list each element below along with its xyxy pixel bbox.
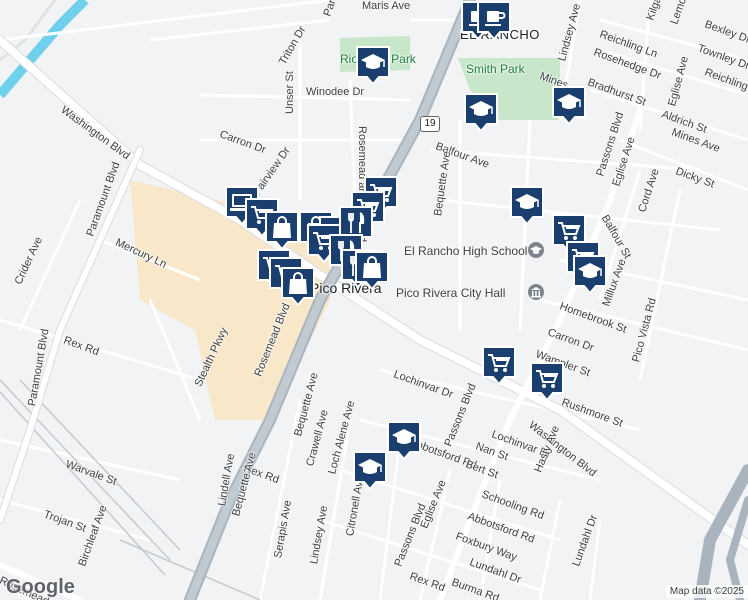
map-pin-shopping-cart[interactable]	[529, 361, 565, 401]
map-pin-shopping-bag[interactable]	[354, 250, 390, 290]
map-pin-coffee-cup[interactable]	[476, 0, 512, 40]
poi-label-city-hall[interactable]: Pico Rivera City Hall	[396, 286, 505, 300]
map-attribution[interactable]: Map data ©2025	[665, 585, 748, 598]
street-label-winodee-dr: Winodee Dr	[306, 86, 365, 98]
map-canvas[interactable]: Maris Ave Paramount Triton Dr EL RANCHO …	[0, 0, 748, 600]
city-hall-poi-icon[interactable]	[528, 284, 544, 300]
map-pin-graduation-cap[interactable]	[386, 420, 422, 460]
map-base-layer	[0, 0, 748, 600]
park-label-smith-park: Smith Park	[466, 62, 525, 76]
map-pin-graduation-cap[interactable]	[509, 185, 545, 225]
school-poi-icon[interactable]	[528, 242, 544, 258]
google-logo: Google	[6, 576, 75, 598]
map-pin-graduation-cap[interactable]	[355, 45, 391, 85]
map-pin-shopping-bag[interactable]	[280, 266, 316, 306]
map-pin-shopping-bag[interactable]	[264, 210, 300, 250]
map-pin-graduation-cap[interactable]	[463, 92, 499, 132]
highway-shield-19: 19	[420, 116, 440, 132]
poi-label-high-school[interactable]: El Rancho High School	[404, 244, 527, 258]
map-pin-shopping-cart[interactable]	[481, 345, 517, 385]
street-label-maris-ave: Maris Ave	[362, 0, 411, 12]
map-pin-graduation-cap[interactable]	[551, 85, 587, 125]
street-label-unser-st: Unser St	[284, 71, 296, 114]
map-pin-graduation-cap[interactable]	[572, 254, 608, 294]
map-pin-graduation-cap[interactable]	[352, 450, 388, 490]
